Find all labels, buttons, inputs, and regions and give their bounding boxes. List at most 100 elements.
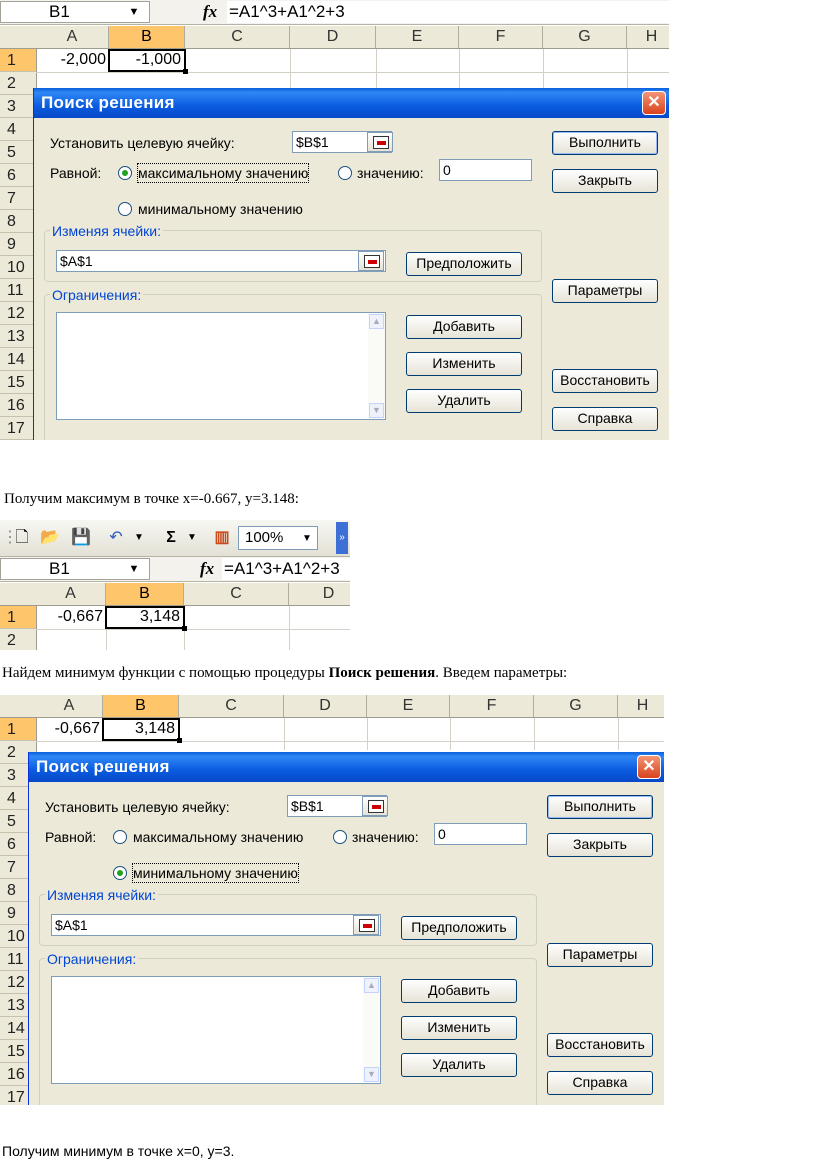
change-button[interactable]: Изменить: [406, 352, 522, 376]
close-button[interactable]: Закрыть: [552, 169, 658, 193]
chart-wizard-icon[interactable]: ▥: [210, 528, 234, 548]
row-header[interactable]: 7: [0, 187, 36, 210]
row-header[interactable]: 6: [0, 164, 36, 187]
radio-min-label[interactable]: минимальному значению: [138, 200, 303, 218]
column-header-d[interactable]: D: [290, 26, 376, 48]
open-folder-icon[interactable]: 📂: [38, 528, 62, 548]
row-header[interactable]: 1: [0, 606, 36, 629]
row-header[interactable]: 11: [0, 279, 36, 302]
radio-min[interactable]: [118, 202, 132, 216]
row-header[interactable]: 14: [0, 348, 36, 371]
collapse-dialog-icon[interactable]: [362, 796, 388, 816]
row-header[interactable]: 2: [0, 629, 36, 650]
help-button[interactable]: Справка: [552, 407, 658, 431]
options-button[interactable]: Параметры: [547, 943, 653, 967]
changing-cells-input[interactable]: $A$1: [56, 250, 386, 272]
column-header-g[interactable]: G: [543, 26, 627, 48]
delete-button[interactable]: Удалить: [401, 1053, 517, 1077]
radio-value[interactable]: [333, 830, 347, 844]
column-header-b[interactable]: B: [103, 695, 179, 717]
cell-a1[interactable]: -2,000: [36, 49, 109, 72]
scroll-up-icon[interactable]: ▲: [369, 314, 384, 329]
constraints-scrollbar[interactable]: ▲ ▼: [368, 313, 385, 419]
close-icon[interactable]: ✕: [642, 91, 666, 115]
row-header[interactable]: 4: [0, 118, 36, 141]
name-box-dropdown-icon[interactable]: ▼: [123, 560, 145, 578]
cell-b1[interactable]: 3,148: [105, 606, 187, 631]
column-header-h[interactable]: H: [618, 695, 664, 717]
options-button[interactable]: Параметры: [552, 279, 658, 303]
guess-button[interactable]: Предположить: [406, 252, 522, 276]
column-header-f[interactable]: F: [450, 695, 534, 717]
new-document-icon[interactable]: 🗋: [12, 528, 32, 548]
radio-min-label[interactable]: минимальному значению: [132, 863, 299, 883]
row-header[interactable]: 8: [0, 210, 36, 233]
close-button[interactable]: Закрыть: [547, 833, 653, 857]
row-header[interactable]: 12: [0, 302, 36, 325]
row-header[interactable]: 13: [0, 325, 36, 348]
scroll-down-icon[interactable]: ▼: [364, 1067, 379, 1082]
name-box-dropdown-icon[interactable]: ▼: [123, 3, 145, 21]
column-header-d[interactable]: D: [289, 583, 350, 605]
column-header-b[interactable]: B: [109, 26, 185, 48]
column-header-a[interactable]: A: [36, 583, 106, 605]
undo-icon[interactable]: ↶: [105, 528, 127, 548]
row-header[interactable]: 17: [0, 417, 36, 440]
column-header-b[interactable]: B: [106, 583, 184, 605]
constraints-list[interactable]: ▲ ▼: [51, 976, 381, 1084]
row-header[interactable]: 1: [0, 718, 36, 741]
dialog-title-bar[interactable]: Поиск решения ✕: [29, 752, 664, 782]
delete-button[interactable]: Удалить: [406, 389, 522, 413]
solve-button[interactable]: Выполнить: [547, 795, 653, 819]
reset-all-button[interactable]: Восстановить: [552, 369, 658, 393]
formula-input[interactable]: =A1^3+A1^2+3: [227, 1, 669, 23]
cell-b1[interactable]: -1,000: [108, 49, 188, 74]
help-button[interactable]: Справка: [547, 1071, 653, 1095]
radio-max[interactable]: [118, 166, 132, 180]
column-header-c[interactable]: C: [184, 583, 289, 605]
column-header-e[interactable]: E: [367, 695, 450, 717]
change-button[interactable]: Изменить: [401, 1016, 517, 1040]
row-header[interactable]: 16: [0, 394, 36, 417]
column-header-a[interactable]: A: [36, 26, 109, 48]
column-header-f[interactable]: F: [459, 26, 543, 48]
value-of-input[interactable]: 0: [434, 823, 527, 845]
changing-cells-input[interactable]: $A$1: [51, 914, 381, 936]
cell-b1[interactable]: 3,148: [102, 718, 182, 743]
undo-dropdown-icon[interactable]: ▼: [133, 528, 145, 548]
guess-button[interactable]: Предположить: [401, 916, 517, 940]
column-header-g[interactable]: G: [534, 695, 618, 717]
formula-input[interactable]: =A1^3+A1^2+3: [222, 558, 350, 580]
radio-max[interactable]: [113, 830, 127, 844]
column-header-a[interactable]: A: [36, 695, 103, 717]
column-header-d[interactable]: D: [284, 695, 367, 717]
row-header[interactable]: 3: [0, 95, 36, 118]
column-header-c[interactable]: C: [185, 26, 290, 48]
radio-value-label[interactable]: значению:: [357, 164, 424, 182]
radio-max-label[interactable]: максимальному значению: [133, 828, 303, 846]
reset-all-button[interactable]: Восстановить: [547, 1033, 653, 1057]
row-header[interactable]: 10: [0, 256, 36, 279]
row-header[interactable]: 2: [0, 72, 36, 95]
constraints-list[interactable]: ▲ ▼: [56, 312, 386, 420]
close-icon[interactable]: ✕: [637, 755, 661, 779]
collapse-dialog-icon[interactable]: [358, 251, 384, 271]
radio-value[interactable]: [338, 166, 352, 180]
column-header-h[interactable]: H: [627, 26, 669, 48]
zoom-dropdown-icon[interactable]: ▼: [300, 529, 314, 549]
row-header[interactable]: 15: [0, 371, 36, 394]
collapse-dialog-icon[interactable]: [367, 132, 393, 152]
row-header[interactable]: 1: [0, 49, 36, 72]
add-button[interactable]: Добавить: [406, 315, 522, 339]
save-icon[interactable]: 💾: [70, 528, 92, 548]
autosum-icon[interactable]: Σ: [160, 528, 182, 548]
column-header-c[interactable]: C: [179, 695, 284, 717]
solve-button[interactable]: Выполнить: [552, 131, 658, 155]
radio-value-label[interactable]: значению:: [352, 828, 419, 846]
autosum-dropdown-icon[interactable]: ▼: [186, 528, 198, 548]
scroll-down-icon[interactable]: ▼: [369, 403, 384, 418]
fx-icon[interactable]: fx: [203, 1, 217, 23]
row-header[interactable]: 9: [0, 233, 36, 256]
fx-icon[interactable]: fx: [200, 558, 214, 580]
value-of-input[interactable]: 0: [439, 159, 532, 181]
